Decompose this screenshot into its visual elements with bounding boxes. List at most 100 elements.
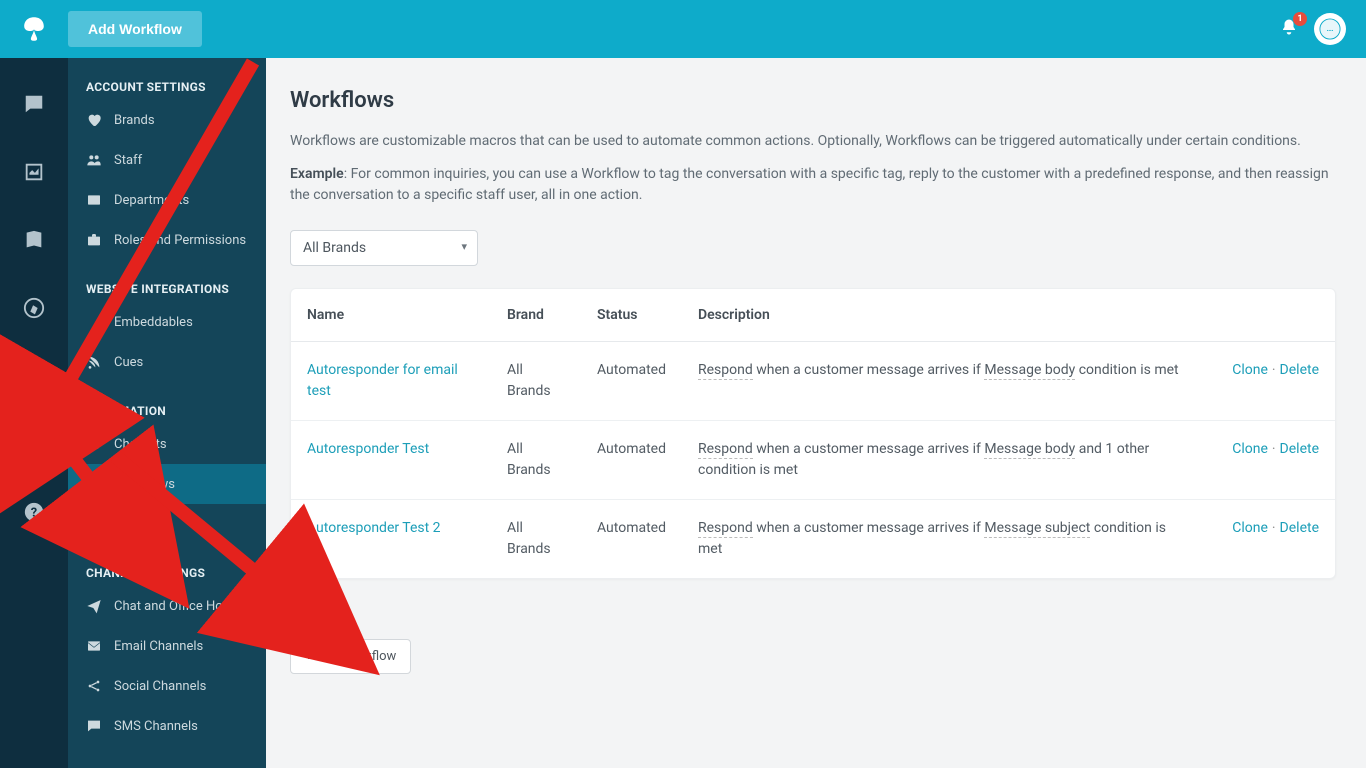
col-brand: Brand (491, 289, 581, 342)
rail-settings[interactable] (0, 424, 68, 464)
add-workflow-button-header[interactable]: Add Workflow (68, 11, 202, 47)
content-area: Workflows Workflows are customizable mac… (266, 58, 1366, 768)
brand-filter-select[interactable]: All Brands (290, 230, 478, 266)
rail-user[interactable] (0, 356, 68, 396)
icon-nav-rail: ? (0, 58, 68, 768)
settings-sidebar: ACCOUNT SETTINGS Brands Staff Department… (68, 58, 266, 768)
share-icon (86, 678, 102, 694)
col-actions (1205, 289, 1335, 342)
bot-icon (86, 436, 102, 452)
sidebar-item-departments[interactable]: Departments (68, 180, 266, 220)
delete-link[interactable]: Delete (1280, 362, 1319, 378)
sidebar-item-label: Embeddables (114, 315, 193, 330)
cell-brand: All Brands (491, 500, 581, 579)
section-channel-settings: CHANNEL SETTINGS (68, 544, 266, 586)
workflow-name-link[interactable]: Autoresponder Test 2 (307, 520, 441, 536)
sidebar-item-chat-hours[interactable]: Chat and Office Hours (68, 586, 266, 626)
sidebar-item-chatbots[interactable]: Chatbots (68, 424, 266, 464)
briefcase-icon (86, 232, 102, 248)
sidebar-item-label: Email Channels (114, 639, 203, 654)
cell-description: Respond when a customer message arrives … (682, 342, 1205, 421)
svg-text:••••: •••• (1327, 28, 1334, 34)
sidebar-item-label: Brands (114, 113, 155, 128)
notifications-button[interactable]: 1 (1280, 18, 1298, 40)
sitemap-icon (86, 476, 102, 492)
avatar-icon: •••• (1319, 18, 1341, 40)
rail-chat[interactable] (0, 84, 68, 124)
sidebar-item-embeddables[interactable]: Embeddables (68, 302, 266, 342)
sidebar-item-staff[interactable]: Staff (68, 140, 266, 180)
gear-icon (23, 433, 45, 455)
id-icon (86, 192, 102, 208)
mail-icon (86, 638, 102, 654)
top-header: Add Workflow 1 •••• (0, 0, 1366, 58)
page-title: Workflows (290, 88, 1336, 113)
sidebar-item-label: Intents (114, 517, 154, 532)
sidebar-item-intents[interactable]: Intents (68, 504, 266, 544)
col-description: Description (682, 289, 1205, 342)
col-name: Name (291, 289, 491, 342)
rail-analytics[interactable] (0, 152, 68, 192)
avatar[interactable]: •••• (1314, 13, 1346, 45)
sidebar-item-workflows[interactable]: Workflows (68, 464, 266, 504)
rss-icon (86, 354, 102, 370)
sidebar-item-label: Chat and Office Hours (114, 599, 241, 614)
clone-link[interactable]: Clone (1232, 441, 1268, 457)
example-text: Example: For common inquiries, you can u… (290, 164, 1336, 206)
section-automation: AUTOMATION (68, 382, 266, 424)
rail-knowledge[interactable] (0, 220, 68, 260)
sidebar-item-cues[interactable]: Cues (68, 342, 266, 382)
rail-compass[interactable] (0, 288, 68, 328)
sidebar-item-label: SMS Channels (114, 719, 198, 734)
sidebar-item-email-channels[interactable]: Email Channels (68, 626, 266, 666)
compass-icon (23, 297, 45, 319)
clone-link[interactable]: Clone (1232, 520, 1268, 536)
section-account-settings: ACCOUNT SETTINGS (68, 58, 266, 100)
brand-logo-icon (20, 15, 48, 43)
sidebar-item-brands[interactable]: Brands (68, 100, 266, 140)
bulb-icon (86, 516, 102, 532)
clone-link[interactable]: Clone (1232, 362, 1268, 378)
section-website-integrations: WEBSITE INTEGRATIONS (68, 260, 266, 302)
delete-link[interactable]: Delete (1280, 441, 1319, 457)
table-row: Autoresponder Test 2 All BrandsAutomatedR… (291, 500, 1335, 579)
user-icon (23, 365, 45, 387)
cell-brand: All Brands (491, 421, 581, 500)
cell-status: Automated (581, 342, 682, 421)
table-row: Autoresponder Test All BrandsAutomatedRes… (291, 421, 1335, 500)
sms-icon (86, 718, 102, 734)
delete-link[interactable]: Delete (1280, 520, 1319, 536)
rail-help[interactable]: ? (0, 492, 68, 532)
sidebar-item-label: Staff (114, 153, 142, 168)
cell-brand: All Brands (491, 342, 581, 421)
chat-icon (23, 93, 45, 115)
svg-text:?: ? (31, 506, 37, 521)
table-row: Autoresponder for email test All BrandsAu… (291, 342, 1335, 421)
heart-icon (86, 112, 102, 128)
cell-description: Respond when a customer message arrives … (682, 421, 1205, 500)
intro-text: Workflows are customizable macros that c… (290, 131, 1336, 152)
sidebar-item-sms-channels[interactable]: SMS Channels (68, 706, 266, 746)
sidebar-item-label: Cues (114, 355, 143, 370)
people-icon (86, 152, 102, 168)
book-icon (23, 229, 45, 251)
sidebar-item-label: Social Channels (114, 679, 206, 694)
col-status: Status (581, 289, 682, 342)
sidebar-item-label: Roles and Permissions (114, 233, 246, 248)
sidebar-item-label: Chatbots (114, 437, 167, 452)
logo[interactable] (0, 15, 68, 43)
workflow-name-link[interactable]: Autoresponder Test (307, 441, 429, 457)
sidebar-item-label: Departments (114, 193, 189, 208)
notification-count-badge: 1 (1293, 12, 1307, 26)
workflow-name-link[interactable]: Autoresponder for email test (307, 362, 458, 399)
cell-status: Automated (581, 421, 682, 500)
add-workflow-button[interactable]: + Add Workflow (290, 639, 411, 674)
help-icon: ? (23, 501, 45, 523)
cell-status: Automated (581, 500, 682, 579)
cell-description: Respond when a customer message arrives … (682, 500, 1205, 579)
sidebar-item-roles[interactable]: Roles and Permissions (68, 220, 266, 260)
wand-icon (86, 314, 102, 330)
workflows-table: Name Brand Status Description Autorespon… (290, 288, 1336, 579)
send-icon (86, 598, 102, 614)
sidebar-item-social-channels[interactable]: Social Channels (68, 666, 266, 706)
